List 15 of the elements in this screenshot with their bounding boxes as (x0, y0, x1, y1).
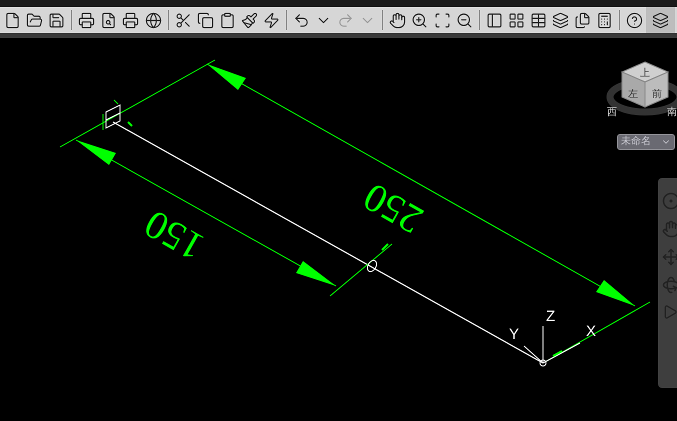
valve-drawing (102, 100, 133, 130)
dimension-text: 150 (136, 201, 212, 270)
extension-line (330, 244, 392, 296)
fitting-drawing (366, 243, 389, 272)
axis-label: Y (509, 326, 520, 343)
cube-face-label: 上 (640, 68, 650, 79)
cube-face-label: 前 (652, 89, 662, 100)
viewcube[interactable] (620, 61, 670, 108)
axis-label: Z (546, 308, 556, 325)
view-name-dropdown[interactable]: 未命名 (617, 134, 675, 150)
compass-label: 西 (607, 107, 617, 118)
compass-label: 南 (667, 107, 677, 118)
dimension-text: 250 (356, 174, 430, 244)
cube-face-label: 左 (628, 89, 638, 100)
ucs-axes-drawing (524, 326, 580, 366)
